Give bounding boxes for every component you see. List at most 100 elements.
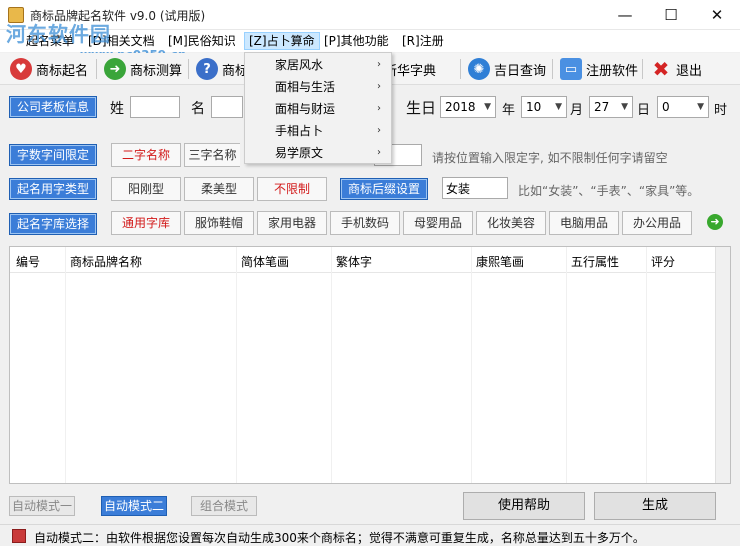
- col-header-simplified-strokes[interactable]: 简体笔画: [241, 253, 289, 270]
- month-label: 月: [570, 103, 584, 118]
- length-limit-button[interactable]: 字数字间限定: [9, 144, 97, 166]
- dropdown-item-label: 面相与生活: [275, 80, 336, 94]
- surname-input[interactable]: [130, 96, 180, 118]
- suffix-hint: 比如“女装”、“手表”、“家具”等。: [518, 184, 700, 198]
- naming-label: 商标起名: [36, 63, 89, 79]
- day-select[interactable]: 27 ▼: [589, 96, 633, 118]
- strong-style-option[interactable]: 阳刚型: [111, 177, 181, 201]
- status-bar: 自动模式二：由软件根据您设置每次自动生成300来个商标名；觉得不满意可重复生成，…: [0, 524, 740, 546]
- help-usage-button[interactable]: 使用帮助: [463, 492, 585, 520]
- chevron-down-icon: ▼: [484, 102, 491, 112]
- year-label: 年: [502, 103, 516, 118]
- two-char-option[interactable]: 二字名称: [111, 143, 181, 167]
- register-software-button[interactable]: ▭ 注册软件: [556, 55, 642, 83]
- question-icon: ?: [196, 58, 218, 80]
- library-option-apparel[interactable]: 服饰鞋帽: [184, 211, 254, 235]
- lucky-day-label: 吉日查询: [494, 63, 547, 79]
- column-divider: [331, 247, 332, 483]
- auto-mode-1-button[interactable]: 自动模式一: [9, 496, 75, 516]
- lucky-day-button[interactable]: ✺ 吉日查询: [464, 55, 550, 83]
- table-scroll-gutter: [715, 247, 730, 483]
- close-x-icon: ✖: [652, 57, 670, 81]
- help-button[interactable]: ? 商标: [192, 55, 252, 83]
- year-select[interactable]: 2018 ▼: [440, 96, 496, 118]
- dropdown-item-label: 易学原文: [275, 146, 324, 160]
- dropdown-item-label: 面相与财运: [275, 102, 336, 116]
- owner-info-button[interactable]: 公司老板信息: [9, 96, 97, 118]
- library-option-appliances[interactable]: 家用电器: [257, 211, 327, 235]
- divination-dropdown: 家居风水 › 面相与生活 › 面相与财运 › 手相占卜 › 易学原文 ›: [244, 52, 392, 164]
- library-option-office[interactable]: 办公用品: [622, 211, 692, 235]
- birthday-label: 生日: [406, 99, 437, 117]
- library-select-button[interactable]: 起名字库选择: [9, 213, 97, 235]
- chevron-down-icon: ▼: [621, 102, 628, 112]
- dropdown-item-face-wealth[interactable]: 面相与财运 ›: [245, 98, 391, 120]
- library-option-digital[interactable]: 手机数码: [330, 211, 400, 235]
- globe-icon: ✺: [468, 58, 490, 80]
- generate-button[interactable]: 生成: [594, 492, 716, 520]
- evaluate-label: 商标测算: [130, 63, 183, 79]
- menu-other-functions[interactable]: [P]其他功能: [320, 32, 393, 50]
- col-header-five-elements[interactable]: 五行属性: [571, 253, 619, 270]
- register-label: 注册软件: [586, 63, 639, 79]
- dropdown-item-palmistry[interactable]: 手相占卜 ›: [245, 120, 391, 142]
- hour-value: 0: [662, 100, 670, 114]
- year-value: 2018: [445, 100, 476, 114]
- dropdown-item-label: 手相占卜: [275, 124, 324, 138]
- col-header-brand-name[interactable]: 商标品牌名称: [70, 253, 142, 270]
- col-header-kangxi-strokes[interactable]: 康熙笔画: [476, 253, 524, 270]
- close-button[interactable]: ✕: [694, 0, 740, 30]
- menu-register[interactable]: [R]注册: [398, 32, 448, 50]
- soft-style-option[interactable]: 柔美型: [184, 177, 254, 201]
- column-divider: [566, 247, 567, 483]
- exit-button[interactable]: ✖ 退出: [646, 55, 706, 83]
- day-value: 27: [594, 100, 610, 114]
- evaluate-button[interactable]: ➜ 商标测算: [100, 55, 186, 83]
- given-name-input[interactable]: [211, 96, 243, 118]
- month-select[interactable]: 10 ▼: [521, 96, 567, 118]
- monitor-icon: ▭: [560, 58, 582, 80]
- library-option-cosmetics[interactable]: 化妆美容: [476, 211, 546, 235]
- limit-hint: 请按位置输入限定字, 如不限制任何字请留空: [432, 151, 668, 165]
- auto-mode-2-button[interactable]: 自动模式二: [101, 496, 167, 516]
- suffix-settings-button[interactable]: 商标后缀设置: [340, 178, 428, 200]
- exit-label: 退出: [676, 63, 703, 79]
- chevron-right-icon: ›: [377, 147, 381, 158]
- column-divider: [471, 247, 472, 483]
- chevron-right-icon: ›: [377, 81, 381, 92]
- col-header-score[interactable]: 评分: [651, 253, 675, 270]
- month-value: 10: [526, 100, 542, 114]
- watermark: 河东软件园: [6, 22, 111, 46]
- column-divider: [646, 247, 647, 483]
- col-header-traditional[interactable]: 繁体字: [336, 253, 372, 270]
- naming-button[interactable]: ♥ 商标起名: [6, 55, 92, 83]
- heart-icon: ♥: [10, 58, 32, 80]
- results-table[interactable]: 编号 商标品牌名称 简体笔画 繁体字 康熙笔画 五行属性 评分: [9, 246, 731, 484]
- chevron-right-icon: ›: [377, 125, 381, 136]
- title-bar: 商标品牌起名软件 v9.0 (试用版) — ☐ ✕: [0, 0, 740, 30]
- dropdown-item-yixue-texts[interactable]: 易学原文 ›: [245, 142, 391, 164]
- minimize-button[interactable]: —: [602, 0, 648, 30]
- char-type-button[interactable]: 起名用字类型: [9, 178, 97, 200]
- day-label: 日: [637, 103, 651, 118]
- library-option-computer[interactable]: 电脑用品: [549, 211, 619, 235]
- toolbar-divider: [642, 59, 643, 79]
- next-arrow-icon[interactable]: ➜: [707, 214, 723, 230]
- chevron-right-icon: ›: [377, 103, 381, 114]
- dropdown-item-face-life[interactable]: 面相与生活 ›: [245, 76, 391, 98]
- chevron-down-icon: ▼: [555, 102, 562, 112]
- library-option-general[interactable]: 通用字库: [111, 211, 181, 235]
- library-option-baby[interactable]: 母婴用品: [403, 211, 473, 235]
- menu-divination[interactable]: [Z]占卜算命: [244, 32, 320, 50]
- col-header-id[interactable]: 编号: [16, 253, 40, 270]
- hour-select[interactable]: 0 ▼: [657, 96, 709, 118]
- dropdown-item-home-fengshui[interactable]: 家居风水 ›: [245, 54, 391, 76]
- book-icon: [12, 529, 26, 543]
- maximize-button[interactable]: ☐: [648, 0, 694, 30]
- chevron-down-icon: ▼: [697, 102, 704, 112]
- hour-label: 时: [714, 103, 728, 118]
- combo-mode-button[interactable]: 组合模式: [191, 496, 257, 516]
- three-char-option[interactable]: 三字名称: [184, 143, 240, 167]
- suffix-input[interactable]: [442, 177, 508, 199]
- unlimited-style-option[interactable]: 不限制: [257, 177, 327, 201]
